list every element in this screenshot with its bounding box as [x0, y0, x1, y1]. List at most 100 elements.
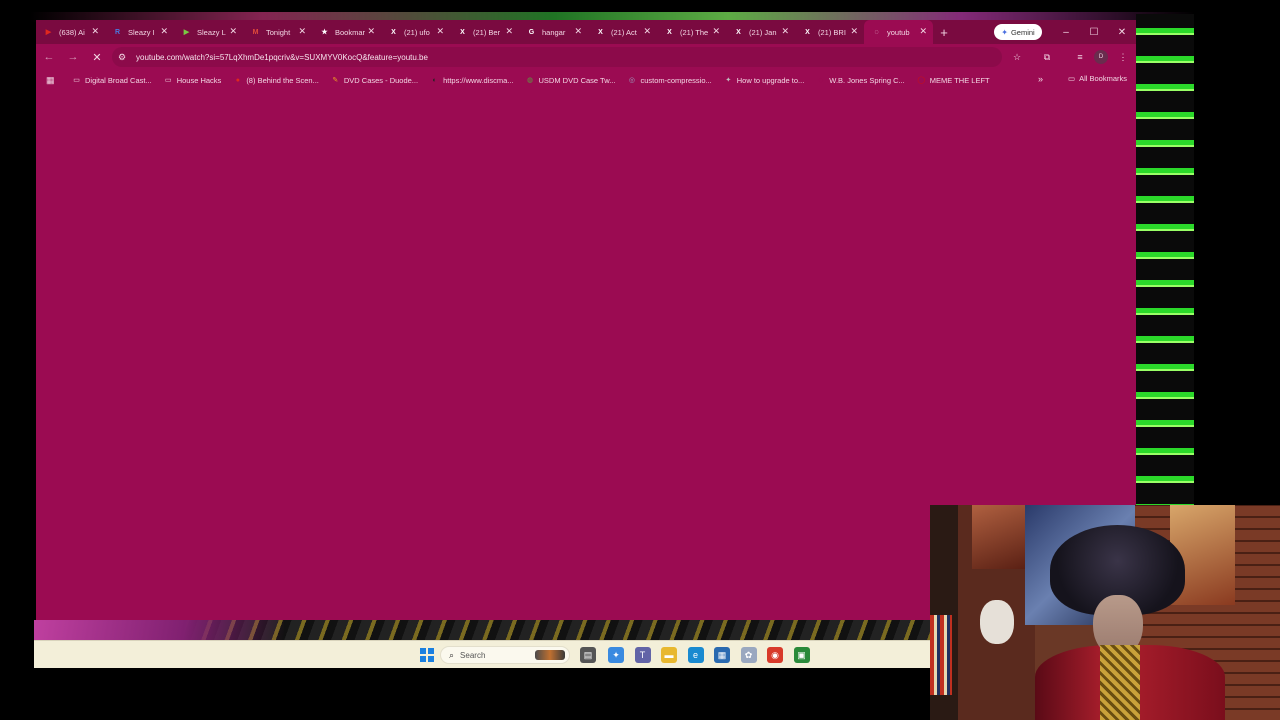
- bookmark-item[interactable]: ▭ Digital Broad Cast...: [72, 76, 152, 85]
- bookmark-label: https://www.discma...: [443, 75, 514, 85]
- apps-grid-icon[interactable]: ▦: [46, 75, 56, 85]
- rumble-icon: ▶: [183, 29, 190, 36]
- more-bookmarks-icon[interactable]: »: [1038, 74, 1043, 84]
- copilot-icon[interactable]: ✦: [608, 647, 624, 663]
- tab-8[interactable]: X (21) Act ✕: [588, 20, 657, 44]
- close-tab-icon[interactable]: ✕: [91, 26, 99, 37]
- tab-2[interactable]: ▶ Sleazy L ✕: [174, 20, 243, 44]
- close-tab-icon[interactable]: ✕: [574, 26, 582, 37]
- dvd-icon: ✎: [332, 77, 339, 84]
- close-tab-icon[interactable]: ✕: [643, 26, 651, 37]
- tab-1[interactable]: R Sleazy I ✕: [105, 20, 174, 44]
- menu-icon[interactable]: ⋮: [1116, 50, 1130, 64]
- bookmark-star-icon[interactable]: ☆: [1010, 50, 1024, 64]
- search-highlight-image: [535, 650, 565, 660]
- bookmark-item[interactable]: ◯ MEME THE LEFT: [917, 75, 990, 85]
- close-tab-icon[interactable]: ✕: [505, 26, 513, 37]
- x-icon: X: [805, 28, 810, 36]
- bookmark-label: How to upgrade to...: [736, 75, 805, 85]
- bookmark-label: DVD Cases - Duode...: [343, 75, 419, 85]
- close-tab-icon[interactable]: ✕: [919, 26, 927, 37]
- bookmark-item[interactable]: ◍ USDM DVD Case Tw...: [526, 76, 616, 85]
- tab-6[interactable]: X (21) Ber ✕: [450, 20, 519, 44]
- folder-icon[interactable]: ▬: [661, 647, 677, 663]
- gemini-button[interactable]: ✦ Gemini: [994, 24, 1042, 40]
- bookmark-item[interactable]: ● (8) Behind the Scen...: [233, 76, 319, 85]
- chrome-icon[interactable]: ◉: [767, 647, 783, 663]
- tab-9[interactable]: X (21) The ✕: [657, 20, 726, 44]
- site-info-icon[interactable]: ⚙: [118, 52, 128, 63]
- back-button[interactable]: ←: [38, 46, 60, 68]
- gemini-icon: ✦: [1001, 27, 1008, 37]
- r-icon: R: [114, 28, 121, 36]
- x-icon: X: [598, 28, 603, 36]
- terminal-icon[interactable]: ▣: [793, 647, 810, 663]
- tab-search-icon[interactable]: ⧉: [1040, 50, 1054, 64]
- bookmark-label: (8) Behind the Scen...: [246, 75, 319, 85]
- app-icon[interactable]: ✿: [740, 647, 757, 663]
- close-tab-icon[interactable]: ✕: [229, 26, 237, 37]
- folder-icon: ▭: [1068, 74, 1076, 83]
- close-tab-icon[interactable]: ✕: [436, 26, 444, 37]
- folder-icon: ▭: [164, 77, 172, 84]
- tab-7[interactable]: Ghangar ✕: [519, 20, 588, 44]
- forward-button[interactable]: →: [62, 46, 84, 68]
- tab-title: (21) BRI: [818, 27, 846, 37]
- taskbar-search-placeholder: Search: [460, 650, 486, 660]
- address-text: youtube.com/watch?si=57LqXhmDe1pqcriv&v=…: [136, 52, 428, 62]
- tab-title: Sleazy L: [197, 27, 226, 37]
- address-bar[interactable]: ⚙ youtube.com/watch?si=57LqXhmDe1pqcriv&…: [112, 47, 1002, 67]
- tab-11[interactable]: X (21) BRI ✕: [795, 20, 864, 44]
- close-tab-icon[interactable]: ✕: [712, 26, 720, 37]
- bookmark-label: MEME THE LEFT: [929, 75, 990, 85]
- new-tab-button[interactable]: +: [933, 20, 955, 44]
- tab-5[interactable]: X (21) ufo ✕: [381, 20, 450, 44]
- edge-icon[interactable]: e: [687, 647, 704, 663]
- all-bookmarks-button[interactable]: ▭ All Bookmarks: [1068, 74, 1127, 83]
- bookmark-item[interactable]: ✎ DVD Cases - Duode...: [331, 76, 418, 85]
- webcam-overlay: [930, 505, 1280, 720]
- bookmark-label: USDM DVD Case Tw...: [538, 75, 616, 85]
- tab-12[interactable]: ◌ youtub ✕: [864, 20, 933, 44]
- tab-4[interactable]: ★ Bookmar ✕: [312, 20, 381, 44]
- close-tab-icon[interactable]: ✕: [160, 26, 168, 37]
- pink-streak: [34, 620, 284, 640]
- tab-10[interactable]: X (21) Jan ✕: [726, 20, 795, 44]
- maximize-button[interactable]: ☐: [1086, 24, 1102, 40]
- bookmark-label: House Hacks: [176, 75, 222, 85]
- x-icon: X: [391, 28, 396, 36]
- close-tab-icon[interactable]: ✕: [298, 26, 306, 37]
- tab-strip: ▶ (638) Ai ✕ R Sleazy I ✕ ▶ Sleazy L ✕ M Tonight ✕ ★…: [36, 20, 1136, 44]
- start-button[interactable]: [420, 648, 434, 662]
- profile-avatar[interactable]: D: [1094, 50, 1108, 64]
- close-window-button[interactable]: ✕: [1114, 24, 1130, 40]
- bookmark-item[interactable]: ◎ custom-compressio...: [627, 76, 712, 85]
- bookmark-label: Digital Broad Cast...: [85, 75, 152, 85]
- close-tab-icon[interactable]: ✕: [850, 26, 858, 37]
- minimize-button[interactable]: –: [1058, 24, 1074, 40]
- x-icon: X: [736, 28, 741, 36]
- background-stripes-bottom: [34, 620, 930, 640]
- bookmark-item[interactable]: ◇ W.B. Jones Spring C...: [816, 76, 905, 85]
- tab-title: Bookmar: [335, 27, 366, 37]
- bookmark-item[interactable]: ◐ https://www.discma...: [430, 76, 513, 85]
- bookmark-item[interactable]: ✦ How to upgrade to...: [724, 75, 805, 85]
- background-neon-stripes: [1136, 14, 1194, 508]
- bookmark-item[interactable]: ▭ House Hacks: [164, 75, 222, 85]
- folder-icon: ▭: [73, 77, 80, 84]
- tab-3[interactable]: M Tonight ✕: [243, 20, 312, 44]
- tab-0[interactable]: ▶ (638) Ai ✕: [36, 20, 105, 44]
- youtube-icon: ▶: [45, 29, 52, 36]
- media-controls-icon[interactable]: ≡: [1073, 50, 1087, 64]
- gold-chains: [1100, 645, 1140, 720]
- lightbulb-icon: ✦: [725, 77, 732, 84]
- poster: [972, 505, 1026, 569]
- teams-icon[interactable]: T: [634, 647, 651, 663]
- taskbar-search[interactable]: ⌕ Search: [440, 646, 570, 664]
- file-explorer-icon[interactable]: ▤: [580, 647, 596, 663]
- tab-title: (21) Ber: [473, 27, 501, 37]
- stop-loading-button[interactable]: ✕: [86, 46, 108, 68]
- close-tab-icon[interactable]: ✕: [781, 26, 789, 37]
- store-icon[interactable]: ▦: [714, 647, 730, 663]
- close-tab-icon[interactable]: ✕: [367, 26, 375, 37]
